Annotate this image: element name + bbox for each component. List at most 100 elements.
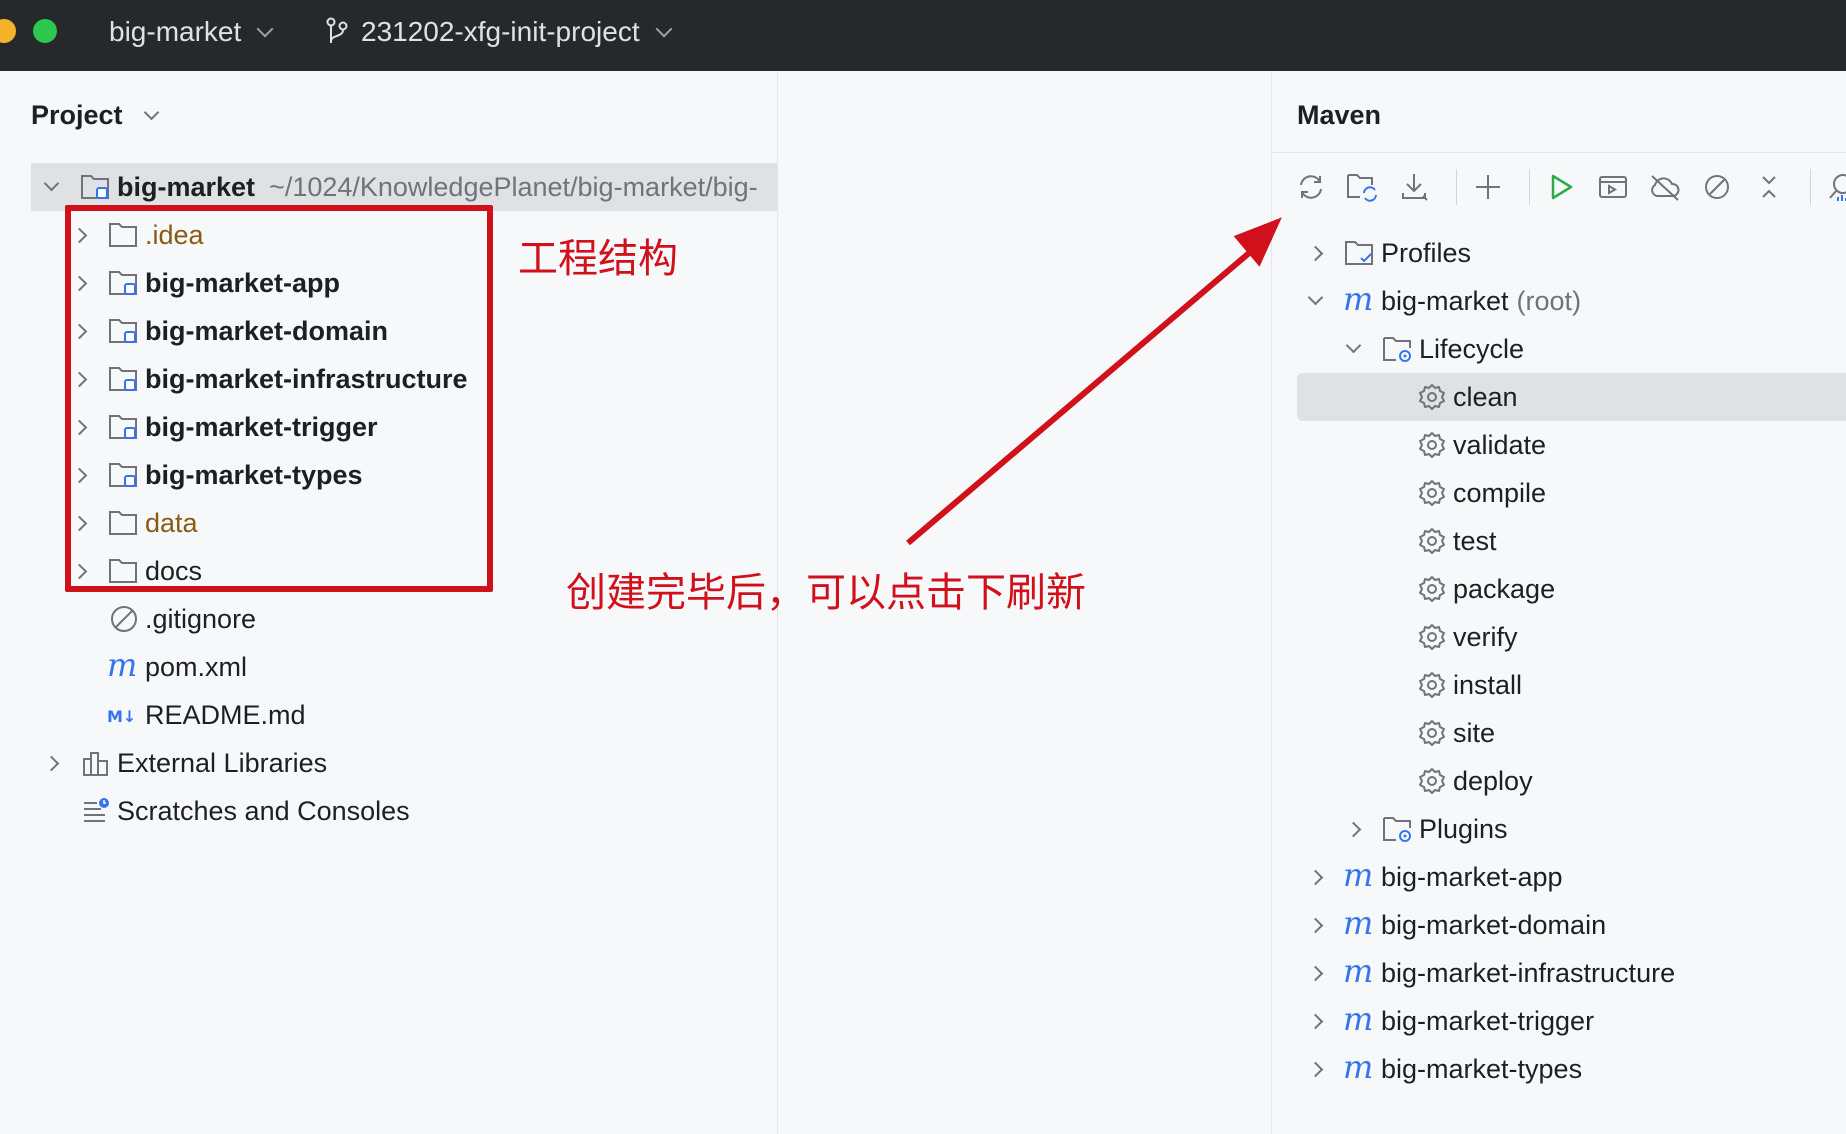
- maven-toolbar: [1290, 166, 1846, 208]
- svg-text:m: m: [1343, 1054, 1373, 1084]
- maven-module-big-market-domain[interactable]: m big-market-domain: [1297, 901, 1606, 949]
- tree-item[interactable]: m pom.xml: [69, 643, 247, 691]
- lifecycle-goal-package[interactable]: package: [1415, 565, 1555, 613]
- expand-toggle[interactable]: [1305, 965, 1325, 981]
- minimize-window-button[interactable]: [0, 19, 16, 43]
- scratches-label: Scratches and Consoles: [117, 795, 410, 826]
- maven-item-plugins[interactable]: Plugins: [1335, 805, 1508, 853]
- annotation-highlight-box: [65, 205, 493, 592]
- add-icon[interactable]: [1467, 166, 1509, 208]
- plugins-folder-icon: [1381, 814, 1415, 844]
- module-folder-icon: [79, 172, 113, 202]
- reload-project-icon[interactable]: [1342, 166, 1384, 208]
- goal-label: validate: [1453, 429, 1547, 460]
- lifecycle-goal-verify[interactable]: verify: [1415, 613, 1518, 661]
- lifecycle-goal-test[interactable]: test: [1415, 517, 1497, 565]
- expand-toggle[interactable]: [1343, 337, 1363, 355]
- run-icon[interactable]: [1540, 166, 1582, 208]
- library-icon: [79, 748, 113, 778]
- gear-icon: [1415, 574, 1449, 604]
- tree-item-scratches[interactable]: Scratches and Consoles: [31, 787, 410, 835]
- gear-icon: [1415, 478, 1449, 508]
- lifecycle-label: Lifecycle: [1419, 333, 1525, 364]
- maven-panel-title: Maven: [1297, 100, 1382, 130]
- gear-icon: [1415, 718, 1449, 748]
- expand-toggle[interactable]: [1305, 869, 1325, 885]
- zoom-window-button[interactable]: [33, 19, 57, 43]
- root-name: big-market: [117, 171, 256, 202]
- lifecycle-goal-validate[interactable]: validate: [1415, 421, 1546, 469]
- expand-toggle[interactable]: [1305, 1013, 1325, 1029]
- branch-switcher[interactable]: 231202-xfg-init-project: [325, 14, 673, 50]
- markdown-icon: M↓: [107, 700, 141, 730]
- maven-icon: m: [1343, 958, 1377, 988]
- gear-icon: [1415, 622, 1449, 652]
- goal-label: site: [1453, 717, 1496, 748]
- module-label: big-market-trigger: [1381, 1005, 1595, 1036]
- tree-root-big-market[interactable]: big-market ~/1024/KnowledgePlanet/big-ma…: [31, 163, 777, 211]
- maven-module-big-market-app[interactable]: m big-market-app: [1297, 853, 1563, 901]
- svg-text:m: m: [107, 652, 137, 682]
- skip-tests-icon[interactable]: [1696, 166, 1738, 208]
- module-label: big-market-app: [1381, 861, 1563, 892]
- lifecycle-goal-clean[interactable]: clean: [1297, 373, 1846, 421]
- maven-module-big-market-types[interactable]: m big-market-types: [1297, 1045, 1582, 1093]
- collapse-icon[interactable]: [1748, 166, 1790, 208]
- maven-item-lifecycle[interactable]: Lifecycle: [1335, 325, 1524, 373]
- branch-name: 231202-xfg-init-project: [361, 16, 640, 47]
- project-switcher[interactable]: big-market: [109, 14, 274, 50]
- tree-item-label: pom.xml: [145, 651, 248, 682]
- goal-label: install: [1453, 669, 1523, 700]
- download-icon[interactable]: [1394, 166, 1436, 208]
- tree-item[interactable]: M↓ README.md: [69, 691, 306, 739]
- toolbar-separator: [1456, 169, 1457, 205]
- divider: [1272, 152, 1846, 153]
- chevron-down-icon: [143, 104, 160, 121]
- expand-toggle[interactable]: [1305, 917, 1325, 933]
- external-libraries-label: External Libraries: [117, 747, 328, 778]
- expand-toggle[interactable]: [41, 175, 61, 193]
- expand-toggle[interactable]: [1305, 245, 1325, 261]
- tree-item[interactable]: .gitignore: [69, 595, 256, 643]
- scratches-icon: [79, 796, 113, 826]
- expand-toggle[interactable]: [1343, 821, 1363, 837]
- goal-label: clean: [1453, 381, 1518, 412]
- gear-icon: [1415, 526, 1449, 556]
- lifecycle-goal-compile[interactable]: compile: [1415, 469, 1546, 517]
- lifecycle-folder-icon: [1381, 334, 1415, 364]
- svg-text:m: m: [1343, 862, 1373, 892]
- expand-toggle[interactable]: [1305, 289, 1325, 307]
- module-label: big-market-domain: [1381, 909, 1607, 940]
- goal-label: test: [1453, 525, 1497, 556]
- tree-item-external-libraries[interactable]: External Libraries: [31, 739, 327, 787]
- goal-label: deploy: [1453, 765, 1533, 796]
- lifecycle-goal-site[interactable]: site: [1415, 709, 1495, 757]
- maven-icon: m: [1343, 286, 1377, 316]
- chevron-right-icon: [1307, 917, 1323, 933]
- maven-icon: m: [1343, 1006, 1377, 1036]
- analyze-icon[interactable]: [1821, 166, 1846, 208]
- maven-root-project[interactable]: m big-market (root): [1297, 277, 1581, 325]
- execute-goal-icon[interactable]: [1592, 166, 1634, 208]
- svg-text:M↓: M↓: [107, 707, 136, 726]
- project-view-selector[interactable]: Project: [31, 98, 160, 132]
- chevron-down-icon: [655, 20, 673, 38]
- lifecycle-goal-install[interactable]: install: [1415, 661, 1522, 709]
- tree-item-label: README.md: [145, 699, 306, 730]
- maven-item-profiles[interactable]: Profiles: [1297, 229, 1471, 277]
- expand-toggle[interactable]: [1305, 1061, 1325, 1077]
- maven-icon: m: [1343, 862, 1377, 892]
- module-label: big-market-infrastructure: [1381, 957, 1676, 988]
- tree-item-label: .gitignore: [145, 603, 257, 634]
- project-panel-title: Project: [31, 100, 123, 130]
- goal-label: package: [1453, 573, 1556, 604]
- annotation-structure-label: 工程结构: [518, 236, 678, 282]
- lifecycle-goal-deploy[interactable]: deploy: [1415, 757, 1533, 805]
- expand-toggle[interactable]: [41, 755, 61, 771]
- maven-module-big-market-infrastructure[interactable]: m big-market-infrastructure: [1297, 949, 1675, 997]
- maven-module-big-market-trigger[interactable]: m big-market-trigger: [1297, 997, 1594, 1045]
- chevron-right-icon: [1307, 965, 1323, 981]
- reload-icon[interactable]: [1290, 166, 1332, 208]
- offline-icon[interactable]: [1644, 166, 1686, 208]
- chevron-down-icon: [43, 175, 59, 191]
